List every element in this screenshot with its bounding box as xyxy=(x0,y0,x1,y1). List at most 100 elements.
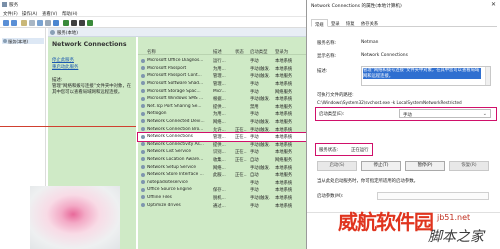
service-row[interactable]: Optimize drives 通过... 手动 本地系统 xyxy=(138,201,308,209)
gear-icon xyxy=(141,96,145,101)
service-logon-cell: 网络服务 xyxy=(275,157,293,163)
toolbar xyxy=(0,18,308,28)
service-name-cell: Microsoft Office Diagnos... xyxy=(147,58,204,64)
service-row[interactable]: Network Location Aware... 收集... 正在... 自动 网络服… xyxy=(138,156,308,164)
service-logon-cell: 本地服务 xyxy=(275,104,293,110)
service-row[interactable]: Office Source Engine 保存... 手动 本地系统 xyxy=(138,186,308,194)
service-startup-cell: 手动(触发... xyxy=(250,195,270,201)
service-startup-cell: 手动 xyxy=(250,188,259,194)
service-row[interactable]: Microsoft Passport 为用... 手动(触发... 本地系统 xyxy=(138,65,308,73)
service-desc-cell: 为用... xyxy=(213,66,226,72)
stop-button[interactable]: 停止(T) xyxy=(361,161,401,171)
service-name-cell: Offline Files xyxy=(147,194,172,200)
description-label: 描述: xyxy=(52,78,63,83)
tab-recovery[interactable]: 恢复 xyxy=(343,19,358,27)
services-title: 服务 xyxy=(9,2,19,8)
export-icon[interactable] xyxy=(45,20,51,26)
description-scrollbar[interactable] xyxy=(485,67,490,85)
start-button[interactable]: 启动(S) xyxy=(317,161,357,171)
play-icon[interactable] xyxy=(63,20,69,26)
back-arrow-icon[interactable] xyxy=(3,20,9,26)
service-name-cell: Network List Service xyxy=(147,149,192,155)
gear-icon xyxy=(141,172,145,177)
gear-icon xyxy=(141,202,145,207)
service-startup-cell: 手动 xyxy=(250,203,259,209)
pane-header-title: 服务(本地) xyxy=(57,31,78,36)
forward-arrow-icon[interactable] xyxy=(11,20,17,26)
service-row[interactable]: notepadsiteservice 手动 本地系统 xyxy=(138,179,308,187)
service-name-cell: Microsoft Passport xyxy=(147,65,187,71)
service-desc-cell: 运行... xyxy=(213,59,226,65)
service-row[interactable]: Network List Service 识别... 正在... 手动 本地服务 xyxy=(138,148,308,156)
stop-service-link[interactable]: 停止此服务 xyxy=(52,57,74,63)
gear-icon xyxy=(141,81,145,86)
column-status[interactable]: 状态 xyxy=(235,49,244,55)
service-status-cell: 正在... xyxy=(235,157,247,163)
selected-service-row[interactable]: Network Connections 管理... 正在... 手动 本地系统 xyxy=(137,132,309,142)
dialog-title: Network Connections 的属性(本地计算机) xyxy=(311,4,402,9)
console-tree-icon[interactable] xyxy=(21,20,27,26)
service-name-cell: Microsoft Windows SMS ... xyxy=(147,96,204,102)
service-row[interactable]: Microsoft Storage Spac... Micr... 手动 网络服务 xyxy=(138,87,308,95)
stop-icon[interactable] xyxy=(71,20,77,26)
service-desc-cell: 根据... xyxy=(213,97,226,103)
tree-item-label: 服务(本地) xyxy=(8,38,29,44)
service-row[interactable]: Microsoft Windows SMS ... 根据... 手动(触发... 本地… xyxy=(138,95,308,103)
service-row[interactable]: Microsoft Office Diagnos... 运行... 手动 本地系统 xyxy=(138,57,308,65)
gear-icon xyxy=(141,195,145,200)
help-icon[interactable] xyxy=(53,20,59,26)
service-desc-cell: 脱机... xyxy=(213,195,226,201)
service-name-cell: Microsoft Storage Spac... xyxy=(147,88,201,94)
gear-icon xyxy=(141,66,145,71)
description-text: 管理“网络和拨号连接”文件夹中对象，在其中您可以查看局域网和远程连接。 xyxy=(363,68,481,80)
service-row[interactable]: Network Store Interface ... 此服... 正在... 自动 本… xyxy=(138,171,308,179)
service-row[interactable]: Network Connection Bro... 允许... 正在... 手动(触发… xyxy=(138,125,308,133)
menu-help[interactable]: 帮助(H) xyxy=(62,11,78,17)
service-name-cell: Net.Tcp Port Sharing Se... xyxy=(147,103,202,109)
service-startup-cell: 手动 xyxy=(250,135,259,141)
tab-logon[interactable]: 登录 xyxy=(328,19,343,27)
service-logon-cell: 本地系统 xyxy=(275,127,293,133)
menu-view[interactable]: 查看(V) xyxy=(42,11,57,17)
service-startup-cell: 手动(触发... xyxy=(250,74,270,80)
menu-action[interactable]: 操作(A) xyxy=(22,11,37,17)
gear-icon xyxy=(141,187,145,192)
service-row[interactable]: Netlogon 为用... 手动 本地系统 xyxy=(138,110,308,118)
menu-file[interactable]: 文件(F) xyxy=(3,11,18,17)
column-name[interactable]: 名称 xyxy=(147,49,156,55)
tab-general[interactable]: 常规 xyxy=(311,19,328,28)
service-row[interactable]: Microsoft Passport Cont... 管理... 手动(触发... 本… xyxy=(138,72,308,80)
column-startup-type[interactable]: 启动类型 xyxy=(250,49,268,55)
pause-icon[interactable] xyxy=(79,20,85,26)
column-description[interactable]: 描述 xyxy=(213,49,222,55)
pause-button[interactable]: 暂停(P) xyxy=(405,161,445,171)
tree-item-services-local[interactable]: 服务(本地) xyxy=(2,38,44,44)
description-box[interactable]: 管理“网络和拨号连接”文件夹中对象，在其中您可以查看局域网和远程连接。 xyxy=(361,66,491,86)
service-row[interactable]: Net.Tcp Port Sharing Se... 提供... 禁用 本地服务 xyxy=(138,103,308,111)
service-logon-cell: 本地系统 xyxy=(275,188,293,194)
properties-icon[interactable] xyxy=(29,20,35,26)
column-logon-as[interactable]: 登录为 xyxy=(275,49,288,55)
watermark-site: jb51.net xyxy=(437,213,471,222)
gear-icon xyxy=(3,39,7,43)
service-row[interactable]: Microsoft Software Shad... 管理... 手动 本地系统 xyxy=(138,80,308,88)
start-params-input[interactable] xyxy=(377,192,489,200)
tab-dependencies[interactable]: 依存关系 xyxy=(358,19,381,27)
service-row[interactable]: Network Connectivity As... 提供... 手动(触发... 本… xyxy=(138,141,308,149)
service-row[interactable]: Offline Files 脱机... 手动(触发... 本地系统 xyxy=(138,194,308,202)
close-icon[interactable]: ✕ xyxy=(491,1,496,8)
service-startup-cell: 手动(触发... xyxy=(250,142,270,148)
service-name-cell: Network Connectivity As... xyxy=(147,141,204,147)
service-desc-cell: 管理... xyxy=(213,81,226,87)
service-desc-cell: 收集... xyxy=(213,157,226,163)
restart-icon[interactable] xyxy=(87,20,93,26)
resume-button[interactable]: 恢复(R) xyxy=(449,161,489,171)
service-status-cell: 正在... xyxy=(235,135,247,141)
service-logon-cell: 本地系统 xyxy=(275,81,293,87)
startup-type-select[interactable]: 手动 ⌄ xyxy=(399,109,491,118)
service-row[interactable]: Network Connected Devi... 网络... 手动(触发... 本地… xyxy=(138,118,308,126)
service-row[interactable]: Network Setup Service 网络... 手动(触发... 本地系统 xyxy=(138,163,308,171)
description-text: 管理“网络和拨号连接”文件夹中对象，在其中您可以查看局域网和远程连接。 xyxy=(52,84,132,96)
restart-service-link[interactable]: 重启动此服务 xyxy=(52,64,78,70)
refresh-icon[interactable] xyxy=(37,20,43,26)
